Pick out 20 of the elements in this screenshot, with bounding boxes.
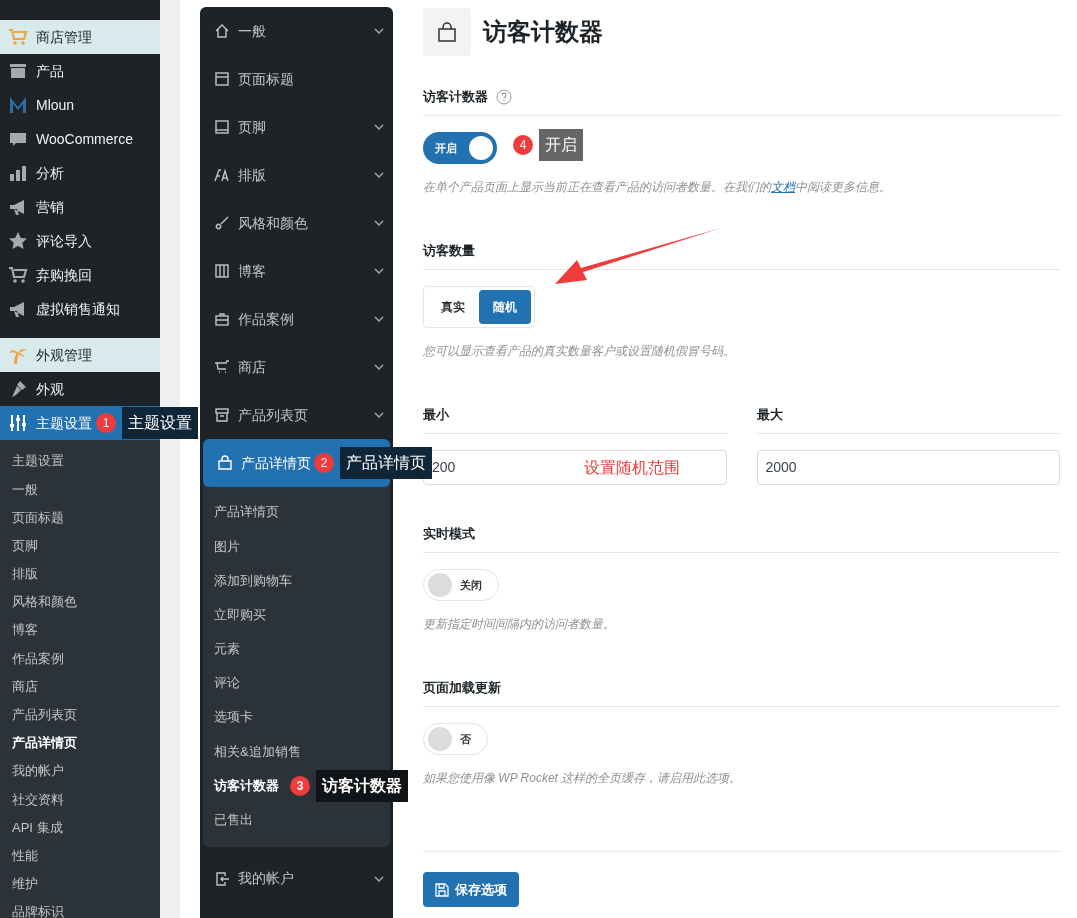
number-badge: 3 xyxy=(290,775,310,796)
description: 如果您使用像 WP Rocket 这样的全页缓存，请启用此选项。 xyxy=(423,770,743,787)
description: 您可以显示查看产品的真实数量客户或设置随机假冒号码。 xyxy=(423,343,736,360)
field-label: 最小 xyxy=(423,405,449,424)
field-label: 页面加载更新 xyxy=(423,678,501,697)
tooltip: 主题设置 xyxy=(122,407,198,439)
field-label: 访客数量 xyxy=(423,241,475,260)
page-title: 访客计数器 xyxy=(483,17,603,47)
field-label: 实时模式 xyxy=(423,524,475,543)
description: 更新指定时间间隔内的访问者数量。 xyxy=(423,616,616,633)
tooltip: 访客计数器 xyxy=(316,769,408,802)
number-badge: 1 xyxy=(96,413,116,433)
description: 在单个产品页面上显示当前正在查看产品的访问者数量。在我们的文档中阅读更多信息。 xyxy=(423,179,892,196)
number-badge: 2 xyxy=(314,453,334,473)
field-label: 访客计数器 xyxy=(423,87,488,106)
field-label: 最大 xyxy=(756,405,783,424)
annotation-text: 设置随机范围 xyxy=(584,457,680,478)
tooltip: 产品详情页 xyxy=(340,447,432,479)
tooltip: 开启 xyxy=(539,129,583,161)
number-badge: 4 xyxy=(513,135,533,155)
